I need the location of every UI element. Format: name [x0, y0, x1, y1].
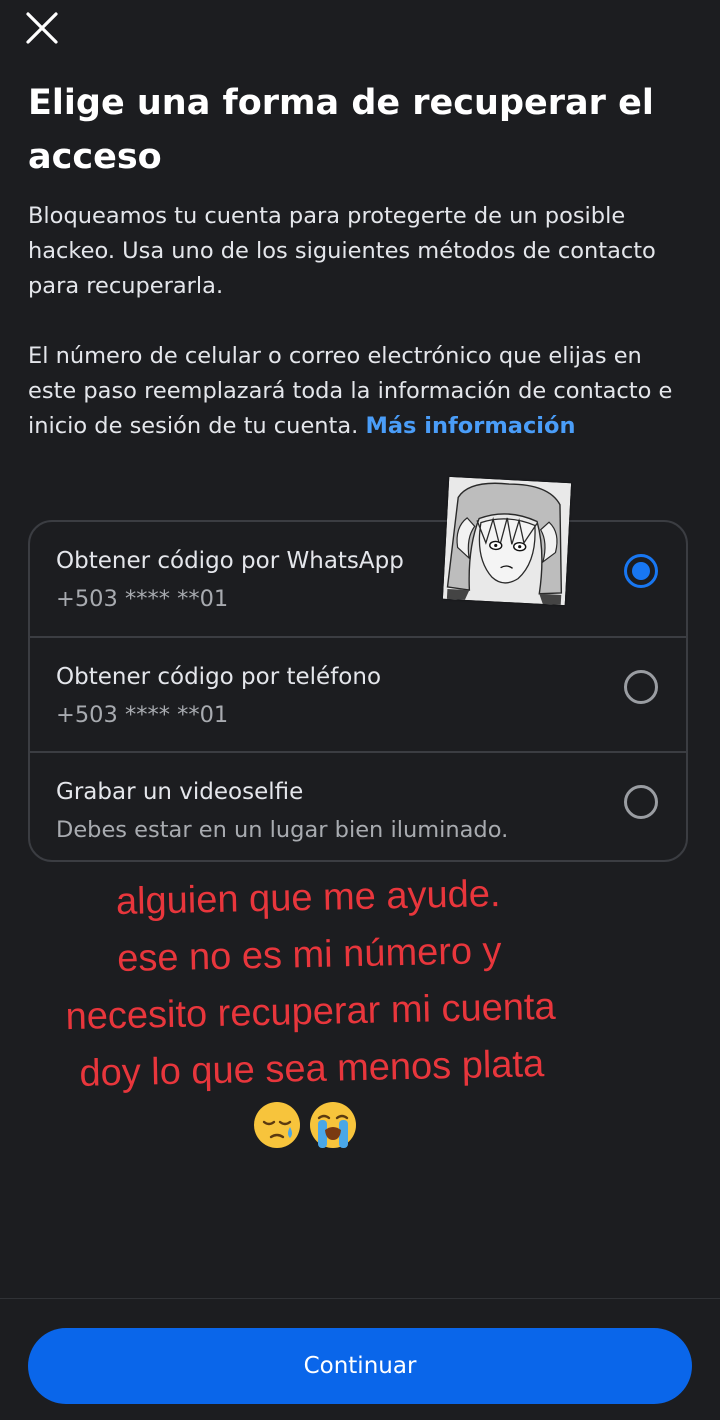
radio-unselected[interactable] — [624, 670, 658, 704]
overlay-line: doy lo que sea menos plata — [79, 1043, 545, 1095]
info-paragraph-text: El número de celular o correo electrónic… — [28, 343, 673, 439]
user-message-overlay: alguien que me ayude. ese no es mi númer… — [18, 864, 603, 1104]
continue-button[interactable]: Continuar — [28, 1328, 692, 1404]
option-label: Grabar un videoselfie — [56, 779, 304, 805]
option-label: Obtener código por teléfono — [56, 664, 382, 690]
intro-paragraph: Bloqueamos tu cuenta para protegerte de … — [28, 203, 656, 299]
anime-girl-sticker — [442, 476, 572, 606]
option-description: Debes estar en un lugar bien iluminado. — [56, 817, 509, 843]
option-videoselfie[interactable]: Grabar un videoselfie Debes estar en un … — [30, 751, 686, 860]
sleepy-face-emoji-icon — [254, 1102, 300, 1148]
loudly-crying-face-emoji-icon — [310, 1102, 356, 1148]
option-label: Obtener código por WhatsApp — [56, 548, 404, 574]
radio-unselected[interactable] — [624, 785, 658, 819]
option-phone-number: +503 **** **01 — [56, 702, 229, 728]
recovery-options-card: Obtener código por WhatsApp +503 **** **… — [28, 520, 688, 862]
info-paragraph: El número de celular o correo electrónic… — [28, 339, 692, 444]
radio-selected[interactable] — [624, 554, 658, 588]
emoji-row — [252, 1100, 362, 1150]
footer-divider — [0, 1298, 720, 1299]
more-info-link[interactable]: Más información — [365, 413, 575, 439]
close-icon — [26, 12, 58, 44]
option-phone[interactable]: Obtener código por teléfono +503 **** **… — [30, 636, 686, 752]
option-phone-number: +503 **** **01 — [56, 586, 229, 612]
page-title: Elige una forma de recuperar el acceso — [28, 83, 654, 177]
option-whatsapp[interactable]: Obtener código por WhatsApp +503 **** **… — [30, 522, 686, 636]
close-button[interactable] — [22, 8, 62, 48]
